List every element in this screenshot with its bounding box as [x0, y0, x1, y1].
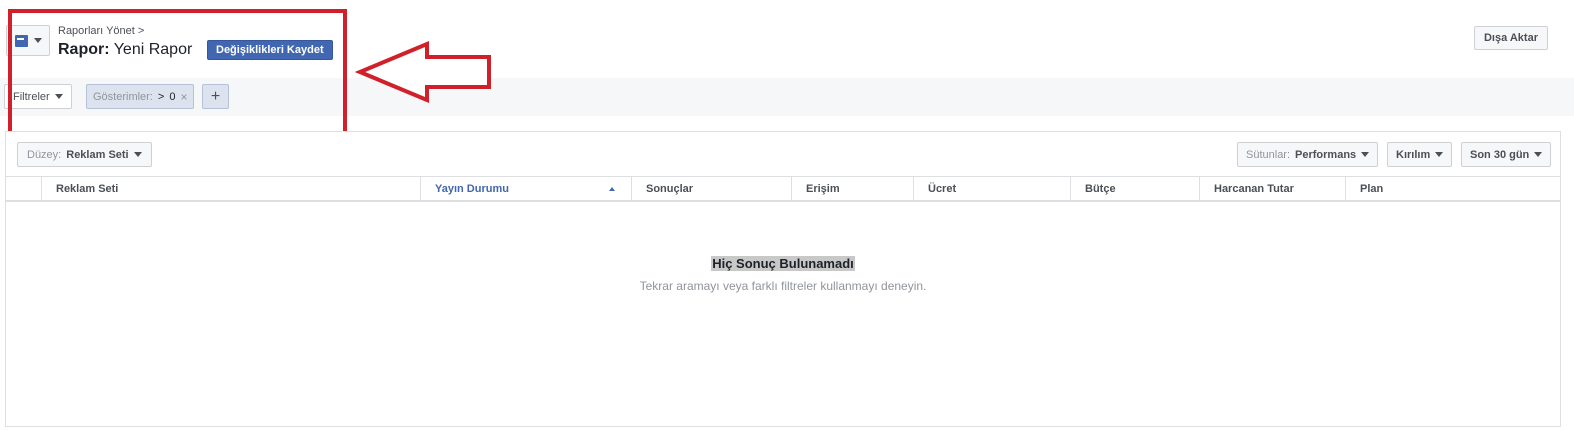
- chevron-down-icon: [1534, 152, 1543, 157]
- column-header-ad-set[interactable]: Reklam Seti: [41, 177, 420, 201]
- column-header-results[interactable]: Sonuçlar: [631, 177, 791, 201]
- column-header-budget[interactable]: Bütçe: [1070, 177, 1199, 201]
- column-header-delivery-label: Yayın Durumu: [435, 183, 509, 195]
- column-header-amount-spent[interactable]: Harcanan Tutar: [1199, 177, 1345, 201]
- empty-state-subtitle: Tekrar aramayı veya farklı filtreler kul…: [639, 279, 927, 293]
- column-header-schedule[interactable]: Plan: [1345, 177, 1560, 201]
- columns-label: Sütunlar:: [1246, 148, 1291, 161]
- breakdown-label: Kırılım: [1396, 148, 1431, 161]
- level-value: Reklam Seti: [66, 148, 129, 161]
- column-header-reach[interactable]: Erişim: [791, 177, 913, 201]
- annotation-arrow-icon: [355, 40, 491, 104]
- level-dropdown[interactable]: Düzey: Reklam Seti: [17, 142, 152, 167]
- annotation-highlight-box: [8, 9, 347, 135]
- column-header-delivery[interactable]: Yayın Durumu: [420, 177, 631, 201]
- breakdown-dropdown[interactable]: Kırılım: [1387, 142, 1453, 167]
- date-range-label: Son 30 gün: [1470, 148, 1530, 161]
- chevron-down-icon: [1435, 152, 1444, 157]
- export-button[interactable]: Dışa Aktar: [1473, 26, 1548, 50]
- sort-ascending-icon: [609, 187, 615, 191]
- date-range-dropdown[interactable]: Son 30 gün: [1461, 142, 1552, 167]
- report-table-panel: Düzey: Reklam Seti Sütunlar: Performans …: [5, 131, 1561, 427]
- level-label: Düzey:: [27, 148, 62, 161]
- empty-state-title-text: Hiç Sonuç Bulunamadı: [711, 256, 855, 271]
- empty-state-title: Hiç Sonuç Bulunamadı: [6, 255, 1560, 273]
- columns-dropdown[interactable]: Sütunlar: Performans: [1237, 142, 1379, 167]
- table-header: Reklam Seti Yayın Durumu Sonuçlar Erişim…: [6, 176, 1560, 202]
- chevron-down-icon: [133, 152, 142, 157]
- chevron-down-icon: [1361, 152, 1370, 157]
- columns-value: Performans: [1295, 148, 1357, 161]
- column-header-cost[interactable]: Ücret: [913, 177, 1070, 201]
